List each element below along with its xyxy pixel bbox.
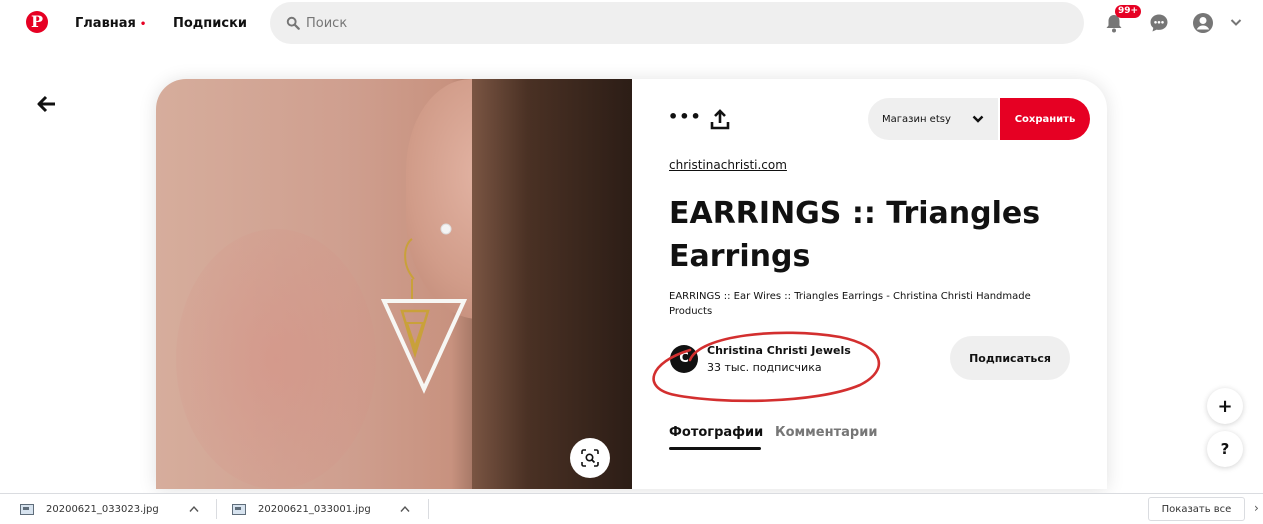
chevron-down-icon	[972, 115, 984, 123]
chevron-up-icon[interactable]	[400, 505, 410, 513]
back-arrow-icon[interactable]	[36, 94, 58, 114]
share-icon[interactable]	[710, 109, 730, 131]
chevron-down-icon[interactable]	[1229, 15, 1243, 29]
source-link[interactable]: christinachristi.com	[669, 158, 787, 172]
creator-avatar[interactable]: C	[670, 345, 698, 373]
image-file-icon	[232, 503, 246, 515]
download-filename: 20200621_033023.jpg	[46, 503, 159, 515]
help-button[interactable]: ?	[1207, 431, 1243, 467]
pin-card: ••• Магазин etsy Сохранить christinachri…	[156, 79, 1107, 489]
creator-followers: 33 тыс. подписчика	[707, 361, 822, 374]
tab-photos[interactable]: Фотографии	[669, 425, 763, 440]
earring-graphic	[380, 223, 468, 394]
chat-icon[interactable]	[1148, 12, 1170, 34]
close-download-bar-icon[interactable]: ›	[1254, 501, 1259, 515]
save-button[interactable]: Сохранить	[1000, 98, 1090, 140]
download-item[interactable]: 20200621_033001.jpg	[232, 494, 371, 524]
show-all-downloads-button[interactable]: Показать все	[1148, 497, 1245, 521]
search-icon	[286, 16, 300, 30]
nav-home-dot: •	[139, 19, 147, 30]
top-nav: P Главная• Подписки 99+	[0, 0, 1263, 46]
nav-subscriptions[interactable]: Подписки	[173, 16, 247, 31]
search-input[interactable]	[306, 15, 1006, 31]
visual-search-button[interactable]	[570, 438, 610, 478]
pin-details: ••• Магазин etsy Сохранить christinachri…	[632, 79, 1107, 489]
add-button[interactable]: +	[1207, 388, 1243, 424]
download-separator	[428, 499, 429, 519]
tab-comments[interactable]: Комментарии	[775, 425, 877, 440]
pinterest-logo-icon[interactable]: P	[26, 11, 48, 33]
visual-search-icon	[581, 449, 599, 467]
pin-title: EARRINGS :: Triangles Earrings	[669, 196, 1041, 274]
user-avatar-icon[interactable]	[1192, 12, 1214, 34]
board-select[interactable]: Магазин etsy	[868, 98, 998, 140]
board-select-label: Магазин etsy	[882, 113, 951, 125]
photo-cheek	[176, 229, 376, 489]
creator-name[interactable]: Christina Christi Jewels	[707, 344, 851, 357]
download-separator	[216, 499, 217, 519]
notification-badge: 99+	[1115, 5, 1142, 18]
search-bar[interactable]	[270, 2, 1084, 44]
download-bar: 20200621_033023.jpg 20200621_033001.jpg …	[0, 493, 1263, 523]
pin-description: EARRINGS :: Ear Wires :: Triangles Earri…	[669, 291, 1031, 317]
nav-home-label: Главная	[75, 16, 136, 31]
chevron-up-icon[interactable]	[189, 505, 199, 513]
photo-hair	[472, 79, 632, 489]
image-file-icon	[20, 503, 34, 515]
tab-active-indicator	[669, 447, 761, 450]
pin-image[interactable]	[156, 79, 632, 489]
more-options-icon[interactable]: •••	[668, 107, 702, 126]
download-item[interactable]: 20200621_033023.jpg	[20, 494, 159, 524]
follow-button[interactable]: Подписаться	[950, 336, 1070, 380]
nav-home[interactable]: Главная •	[75, 16, 146, 31]
download-filename: 20200621_033001.jpg	[258, 503, 371, 515]
